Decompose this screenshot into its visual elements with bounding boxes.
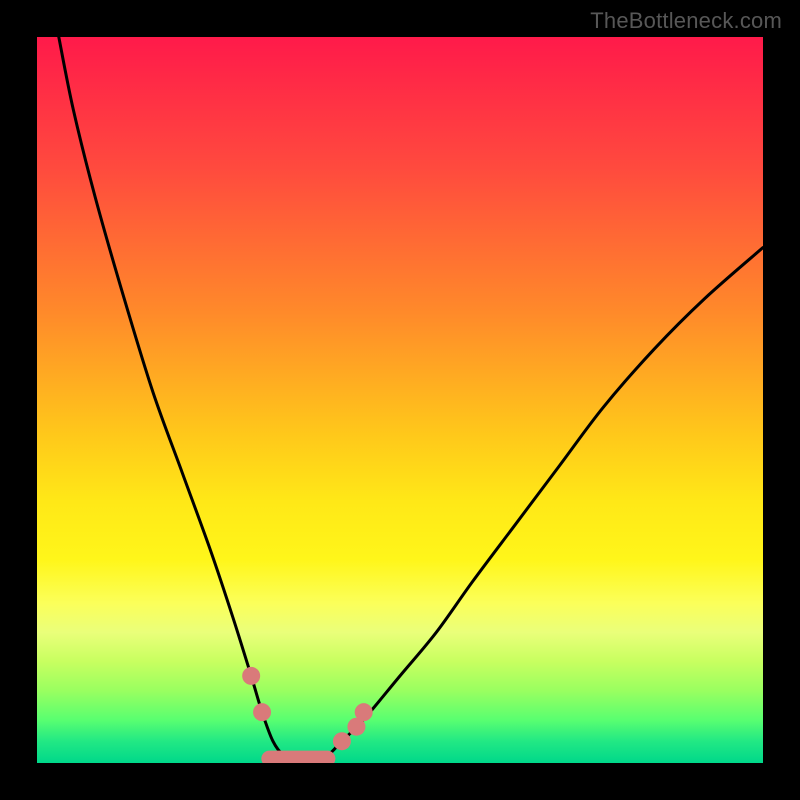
bottleneck-curve — [59, 37, 763, 763]
chart-plot-area — [37, 37, 763, 763]
marker-dots — [242, 667, 373, 750]
watermark-text: TheBottleneck.com — [590, 8, 782, 34]
left-upper-dot — [242, 667, 260, 685]
right-lower-dot — [333, 732, 351, 750]
right-upper-dot — [355, 703, 373, 721]
left-lower-dot — [253, 703, 271, 721]
chart-frame: TheBottleneck.com — [0, 0, 800, 800]
chart-svg — [37, 37, 763, 763]
